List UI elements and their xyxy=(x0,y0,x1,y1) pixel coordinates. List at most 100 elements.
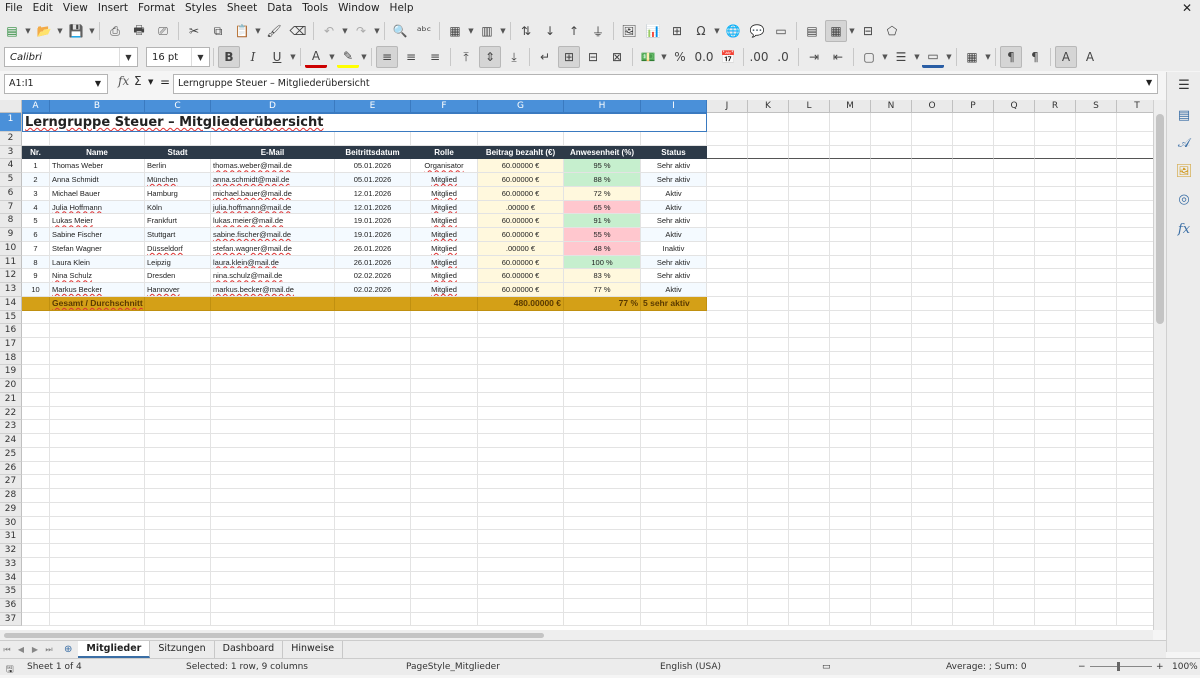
cell[interactable] xyxy=(1035,447,1076,462)
cell[interactable] xyxy=(871,351,912,366)
cell[interactable] xyxy=(145,461,211,476)
data-cell[interactable]: Julia Hoffmann xyxy=(50,200,145,215)
cell[interactable] xyxy=(50,310,145,325)
cell[interactable] xyxy=(748,113,789,132)
save-dropdown-icon[interactable]: ▼ xyxy=(88,27,96,35)
properties-icon[interactable]: ▤ xyxy=(1175,106,1193,124)
menu-window[interactable]: Window xyxy=(333,0,384,17)
cell[interactable] xyxy=(1117,113,1153,132)
cell[interactable] xyxy=(145,598,211,613)
cell[interactable] xyxy=(1076,132,1117,146)
data-cell[interactable]: 19.01.2026 xyxy=(335,214,411,229)
cell[interactable] xyxy=(641,571,707,586)
cell[interactable] xyxy=(707,406,748,421)
cell[interactable] xyxy=(953,145,994,160)
row-header[interactable]: 2 xyxy=(0,132,22,146)
cell[interactable] xyxy=(564,324,641,339)
cell[interactable] xyxy=(830,612,871,627)
data-cell[interactable]: 05.01.2026 xyxy=(335,173,411,187)
cell[interactable] xyxy=(478,379,564,393)
cell[interactable] xyxy=(411,434,478,448)
cell[interactable] xyxy=(478,557,564,572)
cell[interactable] xyxy=(830,310,871,325)
cell[interactable] xyxy=(871,186,912,201)
cell[interactable] xyxy=(211,557,335,572)
special-character-icon[interactable]: Ω xyxy=(690,20,712,42)
cell[interactable] xyxy=(335,475,411,490)
cell[interactable] xyxy=(641,324,707,339)
total-cell[interactable] xyxy=(211,296,335,311)
vertical-scrollbar-thumb[interactable] xyxy=(1156,114,1164,324)
cell[interactable] xyxy=(707,392,748,407)
borders-dropdown-icon[interactable]: ▼ xyxy=(881,53,889,61)
data-cell[interactable]: 72 % xyxy=(564,186,641,201)
cell[interactable] xyxy=(335,406,411,421)
data-cell[interactable]: 83 % xyxy=(564,269,641,284)
cell[interactable] xyxy=(994,516,1035,531)
cell[interactable] xyxy=(1076,420,1117,435)
data-cell[interactable]: 9 xyxy=(22,269,50,284)
cell[interactable] xyxy=(564,502,641,517)
cell[interactable] xyxy=(335,585,411,599)
selection-mode-icon[interactable]: ▭ xyxy=(822,662,831,672)
cell[interactable] xyxy=(912,365,953,380)
border-style-dropdown-icon[interactable]: ▼ xyxy=(913,53,921,61)
cell[interactable] xyxy=(1117,173,1153,187)
cell[interactable] xyxy=(707,338,748,352)
cell[interactable] xyxy=(748,173,789,187)
row-header[interactable]: 26 xyxy=(0,461,22,476)
cell[interactable] xyxy=(1035,557,1076,572)
cell[interactable] xyxy=(748,475,789,490)
total-cell[interactable] xyxy=(411,296,478,311)
borders-icon[interactable]: ▢ xyxy=(858,46,880,68)
cell[interactable] xyxy=(211,434,335,448)
cell[interactable] xyxy=(50,447,145,462)
cell[interactable] xyxy=(211,392,335,407)
cell[interactable] xyxy=(1117,311,1153,325)
row-header[interactable]: 14 xyxy=(0,296,22,311)
data-cell[interactable]: 26.01.2026 xyxy=(335,241,411,256)
cell[interactable] xyxy=(1035,530,1076,545)
zoom-slider-handle[interactable] xyxy=(1117,662,1120,671)
underline-dropdown-icon[interactable]: ▼ xyxy=(289,53,297,61)
cell[interactable] xyxy=(707,173,748,187)
cell[interactable] xyxy=(953,489,994,503)
cell[interactable] xyxy=(1076,447,1117,462)
cell[interactable] xyxy=(1117,159,1153,174)
prev-sheet-icon[interactable]: ◀ xyxy=(14,645,28,654)
data-cell[interactable]: Aktiv xyxy=(641,283,707,297)
sum-dropdown-icon[interactable]: ▼ xyxy=(148,78,153,86)
cut-icon[interactable]: ✂ xyxy=(183,20,205,42)
cell[interactable] xyxy=(145,516,211,531)
menu-styles[interactable]: Styles xyxy=(180,0,222,17)
cell[interactable] xyxy=(707,434,748,448)
data-cell[interactable]: Aktiv xyxy=(641,200,707,215)
cell[interactable] xyxy=(1035,475,1076,490)
data-cell[interactable]: Sehr aktiv xyxy=(641,214,707,229)
data-cell[interactable]: 05.01.2026 xyxy=(335,159,411,174)
data-cell[interactable]: stefan.wagner@mail.de xyxy=(211,241,335,256)
cell[interactable] xyxy=(789,557,830,572)
cell[interactable] xyxy=(1076,571,1117,586)
cell[interactable] xyxy=(1035,200,1076,215)
cell[interactable] xyxy=(953,475,994,490)
last-sheet-icon[interactable]: ⏭ xyxy=(42,645,56,655)
column-header-b[interactable]: B xyxy=(50,100,145,113)
cell[interactable] xyxy=(707,585,748,599)
cell[interactable] xyxy=(830,173,871,187)
cell[interactable] xyxy=(1076,502,1117,517)
cell[interactable] xyxy=(641,310,707,325)
cell[interactable] xyxy=(871,145,912,160)
cell[interactable] xyxy=(478,461,564,476)
cell[interactable] xyxy=(1076,283,1117,297)
cell[interactable] xyxy=(478,598,564,613)
cell[interactable] xyxy=(1117,517,1153,531)
font-name-dropdown-icon[interactable]: ▼ xyxy=(119,48,137,66)
cell[interactable] xyxy=(564,392,641,407)
cell[interactable] xyxy=(994,502,1035,517)
zoom-level[interactable]: 100% xyxy=(1172,662,1198,672)
font-color-dropdown-icon[interactable]: ▼ xyxy=(328,53,336,61)
data-cell[interactable]: 77 % xyxy=(564,283,641,297)
number-format-icon[interactable]: 0.0 xyxy=(693,46,715,68)
cell[interactable] xyxy=(211,338,335,352)
